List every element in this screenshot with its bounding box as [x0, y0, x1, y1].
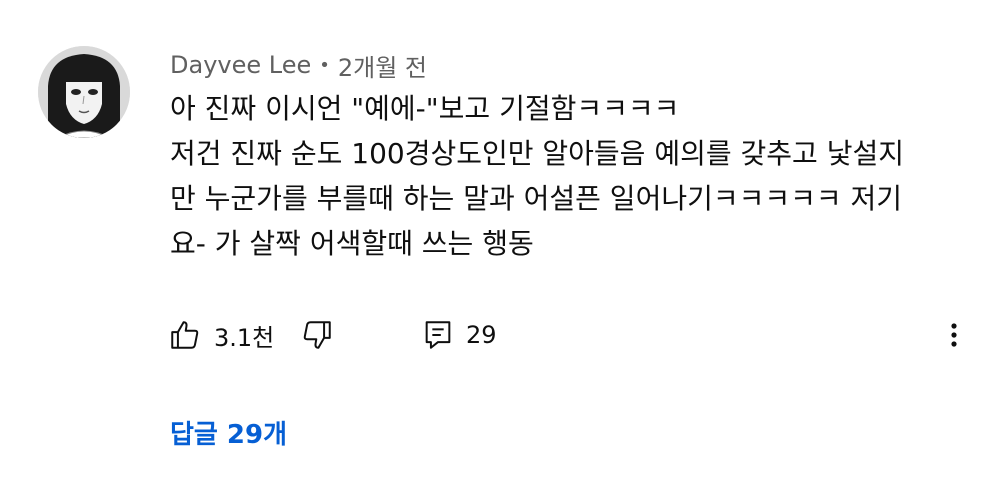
dislike-button[interactable] — [300, 314, 334, 356]
comment-timestamp[interactable]: 2개월 전 — [338, 48, 427, 83]
like-button[interactable]: 3.1천 — [168, 314, 274, 356]
comment-line: 요- 가 살짝 어색할때 쓰는 행동 — [170, 227, 534, 260]
comment-action-bar: 3.1천 29 — [168, 314, 978, 356]
comment-line: 저건 진짜 순도 100경상도인만 알아들음 예의를 갖추고 낯설지 — [170, 137, 904, 170]
comment-line: 아 진짜 이시언 "예에-"보고 기절함ㅋㅋㅋㅋ — [170, 92, 680, 125]
thumbs-up-icon — [171, 321, 199, 349]
reply-comment-icon — [425, 321, 451, 349]
comment-header: Dayvee Lee • 2개월 전 — [170, 48, 427, 82]
author-name[interactable]: Dayvee Lee — [170, 51, 311, 79]
like-count: 3.1천 — [214, 323, 275, 352]
more-vertical-icon — [951, 323, 957, 347]
user-avatar-illustration — [38, 46, 130, 138]
comment-body: 아 진짜 이시언 "예에-"보고 기절함ㅋㅋㅋㅋ 저건 진짜 순도 100경상도… — [170, 86, 970, 266]
avatar[interactable] — [38, 46, 130, 138]
comment-line: 만 누군가를 부를때 하는 말과 어설픈 일어나기ㅋㅋㅋㅋㅋ 저기 — [170, 182, 903, 215]
header-separator: • — [319, 54, 330, 76]
reply-count: 29 — [466, 321, 497, 349]
more-actions-button[interactable] — [948, 314, 960, 356]
thumbs-down-icon — [303, 321, 331, 349]
view-replies-label: 답글 29개 — [170, 419, 287, 450]
reply-button[interactable]: 29 — [422, 314, 497, 356]
view-replies-button[interactable]: 답글 29개 — [170, 412, 287, 452]
